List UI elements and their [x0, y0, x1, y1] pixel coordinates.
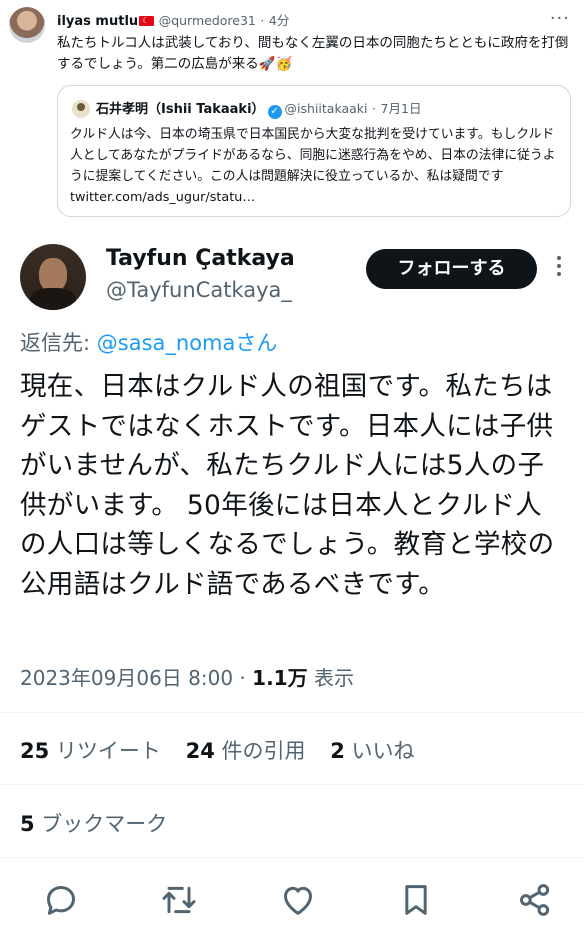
- like-icon[interactable]: [278, 880, 318, 920]
- quotes-count: 24: [185, 739, 215, 763]
- bookmarks-stat[interactable]: 5 ブックマーク: [20, 808, 167, 838]
- main-tweet-avatar[interactable]: [20, 244, 86, 310]
- main-tweet-author-name[interactable]: Tayfun Çatkaya: [106, 246, 295, 271]
- retweet-icon[interactable]: [159, 880, 199, 920]
- top-tweet-more-icon[interactable]: ···: [550, 8, 570, 29]
- main-tweet-handle[interactable]: @TayfunCatkaya_: [106, 278, 292, 302]
- timestamp-dot: ·: [233, 666, 253, 690]
- main-tweet-more-icon[interactable]: [557, 256, 563, 280]
- top-tweet-avatar[interactable]: [9, 7, 45, 43]
- top-tweet-author-name[interactable]: ilyas mutlu: [57, 14, 138, 29]
- quoted-tweet-text: クルド人は今、日本の埼玉県で日本国民から大変な批判を受けています。もしクルド人と…: [70, 127, 556, 205]
- quotes-stat[interactable]: 24 件の引用: [186, 739, 306, 763]
- quoted-tweet-avatar: [72, 100, 90, 118]
- reply-to-prefix: 返信先:: [20, 331, 97, 355]
- bookmark-icon[interactable]: [396, 880, 436, 920]
- retweets-stat[interactable]: 25 リツイート: [20, 739, 161, 763]
- top-tweet-text: 私たちトルコ人は武装しており、間もなく左翼の日本の同胞たちとともに政府を打倒する…: [57, 35, 569, 72]
- top-tweet-dot: ·: [260, 13, 265, 28]
- likes-count: 2: [330, 739, 345, 763]
- quoted-tweet-date: 7月1日: [380, 101, 422, 116]
- quoted-tweet-header: 石井孝明（Ishii Takaaki） ✓ @ishiitakaaki · 7月1日: [96, 98, 421, 119]
- quotes-label: 件の引用: [214, 739, 306, 763]
- quoted-tweet-handle: @ishiitakaaki: [284, 101, 368, 116]
- retweets-label: リツイート: [49, 739, 161, 763]
- turkey-flag-icon: [139, 15, 155, 27]
- views-count: 1.1万: [252, 666, 308, 690]
- reply-to-line: 返信先: @sasa_nomaさん: [20, 327, 277, 357]
- main-tweet-text: 現在、日本はクルド人の祖国です。私たちはゲストではなくホストです。日本人には子供…: [20, 371, 555, 600]
- top-tweet-handle[interactable]: @qurmedore31: [159, 13, 256, 28]
- quoted-tweet-card[interactable]: 石井孝明（Ishii Takaaki） ✓ @ishiitakaaki · 7月1日…: [57, 85, 571, 217]
- top-tweet-header: ilyas mutlu @qurmedore31 · 4分: [57, 10, 289, 29]
- share-icon[interactable]: [515, 880, 555, 920]
- divider: [0, 857, 584, 858]
- reply-mention-link[interactable]: @sasa_nomaさん: [97, 331, 278, 355]
- follow-button[interactable]: フォローする: [366, 249, 537, 289]
- bookmarks-label: ブックマーク: [34, 812, 168, 836]
- divider: [0, 712, 584, 713]
- bookmarks-count: 5: [20, 812, 35, 836]
- retweets-count: 25: [20, 739, 50, 763]
- likes-stat[interactable]: 2 いいね: [330, 739, 414, 763]
- views-label: 表示: [307, 666, 354, 690]
- tweet-timestamp-line: 2023年09月06日 8:00 · 1.1万 表示: [20, 662, 354, 691]
- verified-icon: ✓: [267, 105, 282, 119]
- quoted-tweet-author-name: 石井孝明（Ishii Takaaki）: [96, 102, 265, 117]
- quoted-tweet-dot: ·: [372, 101, 377, 116]
- likes-label: いいね: [344, 739, 415, 763]
- top-tweet-time[interactable]: 4分: [269, 13, 289, 28]
- action-bar: [0, 876, 584, 920]
- engagement-stats: 25 リツイート 24 件の引用 2 いいね: [20, 735, 433, 765]
- reply-icon[interactable]: [41, 880, 81, 920]
- divider: [0, 784, 584, 785]
- tweet-timestamp[interactable]: 2023年09月06日 8:00: [20, 666, 233, 690]
